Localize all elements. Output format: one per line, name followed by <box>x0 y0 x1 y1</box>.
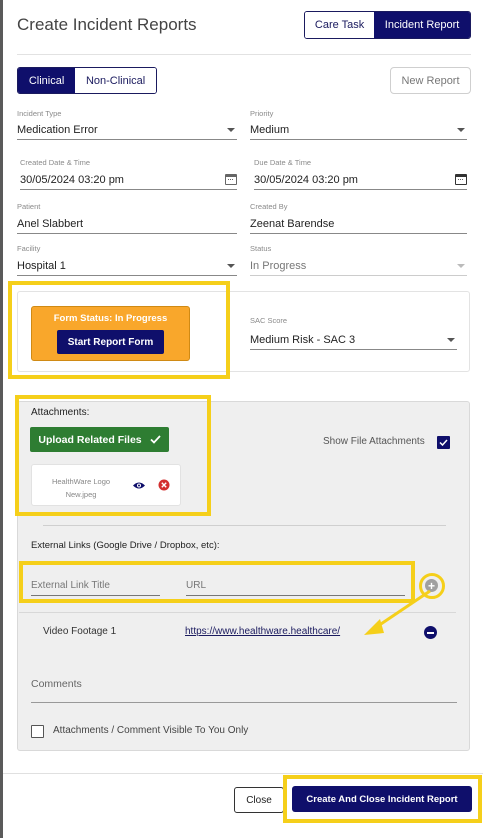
new-report-button[interactable]: New Report <box>390 67 471 94</box>
incident-type-value: Medication Error <box>17 124 98 136</box>
created-by-field: Zeenat Barendse <box>250 212 467 234</box>
patient-field[interactable]: Anel Slabbert <box>17 212 237 234</box>
report-type-toggle: Care Task Incident Report <box>304 11 471 39</box>
facility-value: Hospital 1 <box>17 260 66 272</box>
due-date-label: Due Date & Time <box>254 158 312 167</box>
due-date-value: 30/05/2024 03:20 pm <box>254 174 358 186</box>
calendar-icon[interactable] <box>455 174 467 185</box>
show-attachments-label: Show File Attachments <box>323 436 425 447</box>
file-name: HealthWare Logo New.jpeg <box>36 475 126 501</box>
link-title: Video Footage 1 <box>43 626 117 637</box>
close-button[interactable]: Close <box>234 787 284 813</box>
page-title: Create Incident Reports <box>17 15 197 34</box>
show-attachments-checkbox[interactable] <box>437 436 450 449</box>
patient-value: Anel Slabbert <box>17 218 84 230</box>
divider <box>43 525 446 526</box>
attachment-file-card: HealthWare Logo New.jpeg <box>31 464 181 506</box>
due-date-input[interactable]: 30/05/2024 03:20 pm <box>254 168 467 190</box>
status-value: In Progress <box>250 260 307 272</box>
patient-label: Patient <box>17 202 41 211</box>
created-by-label: Created By <box>250 202 288 211</box>
comments-placeholder: Comments <box>31 678 82 690</box>
url-placeholder: URL <box>186 580 207 591</box>
chevron-down-icon <box>227 264 235 268</box>
comments-input[interactable]: Comments <box>31 678 457 703</box>
external-link-title-placeholder: External Link Title <box>31 580 110 591</box>
external-link-title-input[interactable]: External Link Title <box>31 576 160 596</box>
chevron-down-icon <box>447 338 455 342</box>
created-date-value: 30/05/2024 03:20 pm <box>20 174 124 186</box>
status-label: Status <box>250 244 272 253</box>
visibility-checkbox[interactable] <box>31 725 44 738</box>
delete-icon[interactable] <box>158 479 170 491</box>
chevron-down-icon <box>227 128 235 132</box>
check-icon <box>439 439 448 446</box>
link-url[interactable]: https://www.healthware.healthcare/ <box>185 626 340 637</box>
facility-select[interactable]: Hospital 1 <box>17 254 237 276</box>
attachments-heading: Attachments: <box>31 407 90 418</box>
upload-files-label: Upload Related Files <box>38 433 142 446</box>
tab-incident-report[interactable]: Incident Report <box>374 12 470 38</box>
incident-type-select[interactable]: Medication Error <box>17 118 237 140</box>
check-icon <box>150 435 161 444</box>
status-select: In Progress <box>250 254 467 276</box>
tab-non-clinical[interactable]: Non-Clinical <box>75 68 156 93</box>
footer-divider <box>3 773 483 774</box>
tab-care-task[interactable]: Care Task <box>305 12 375 38</box>
start-report-form-button[interactable]: Start Report Form <box>57 330 164 354</box>
created-date-input[interactable]: 30/05/2024 03:20 pm <box>20 168 237 190</box>
priority-select[interactable]: Medium <box>250 118 467 140</box>
header-divider <box>17 54 471 55</box>
visibility-label: Attachments / Comment Visible To You Onl… <box>53 725 249 736</box>
sac-score-select[interactable]: Medium Risk - SAC 3 <box>250 326 457 350</box>
file-name-line-2: New.jpeg <box>65 490 97 499</box>
created-by-value: Zeenat Barendse <box>250 218 335 230</box>
chevron-down-icon <box>457 264 465 268</box>
file-name-line-1: HealthWare Logo <box>51 477 111 486</box>
eye-icon[interactable] <box>132 481 146 490</box>
category-toggle: Clinical Non-Clinical <box>17 67 157 94</box>
create-and-close-button[interactable]: Create And Close Incident Report <box>292 786 472 812</box>
calendar-icon[interactable] <box>225 174 237 185</box>
facility-label: Facility <box>17 244 41 253</box>
chevron-down-icon <box>457 128 465 132</box>
tab-clinical[interactable]: Clinical <box>18 68 76 93</box>
priority-value: Medium <box>250 124 290 136</box>
upload-files-button[interactable]: Upload Related Files <box>30 427 169 452</box>
sac-score-label: SAC Score <box>250 316 288 325</box>
create-incident-modal: Create Incident Reports Care Task Incide… <box>3 0 483 838</box>
incident-type-label: Incident Type <box>17 109 62 118</box>
priority-label: Priority <box>250 109 274 118</box>
created-date-label: Created Date & Time <box>20 158 91 167</box>
external-links-heading: External Links (Google Drive / Dropbox, … <box>31 540 220 551</box>
form-status-text: Form Status: In Progress <box>53 313 168 324</box>
form-status-card: Form Status: In Progress Start Report Fo… <box>31 306 190 361</box>
sac-score-value: Medium Risk - SAC 3 <box>250 334 356 346</box>
remove-link-button[interactable] <box>424 626 437 639</box>
